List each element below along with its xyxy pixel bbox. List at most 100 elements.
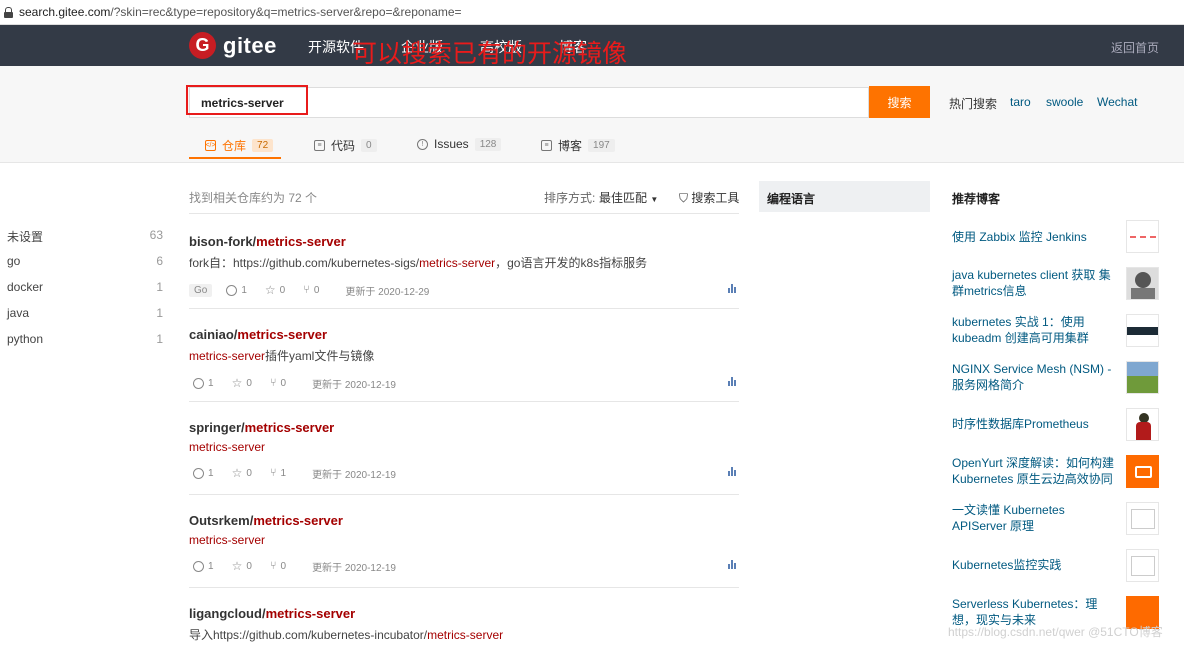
address-bar[interactable]: search.gitee.com/?skin=rec&type=reposito… bbox=[0, 0, 1184, 25]
stats-chart-icon[interactable] bbox=[728, 376, 737, 386]
hot-search-wechat[interactable]: Wechat bbox=[1097, 95, 1137, 109]
star-count: 0 bbox=[246, 377, 252, 389]
code-icon: ≡ bbox=[314, 140, 325, 151]
star-icon: ☆ bbox=[231, 466, 243, 480]
fork-icon: ⑂ bbox=[269, 467, 277, 479]
gitee-logo[interactable]: G gitee bbox=[189, 32, 277, 59]
updated-date: 更新于 2020-12-19 bbox=[312, 562, 396, 574]
blog-thumbnail[interactable] bbox=[1126, 314, 1159, 347]
tab-issues[interactable]: ! Issues 128 bbox=[417, 137, 502, 151]
tab-count: 0 bbox=[361, 139, 377, 152]
blog-link[interactable]: kubernetes 实战 1：使用kubeadm 创建高可用集群 bbox=[952, 314, 1117, 346]
desc-text: 导入https://github.com/kubernetes-incubato… bbox=[189, 628, 428, 642]
star-count: 0 bbox=[246, 560, 252, 572]
blog-thumbnail[interactable] bbox=[1126, 549, 1159, 582]
language-filter-item[interactable]: go 6 bbox=[7, 254, 163, 268]
eye-icon bbox=[193, 560, 204, 572]
result-description: metrics-server bbox=[189, 440, 739, 454]
desc-highlight: metrics-server bbox=[189, 440, 266, 454]
desc-highlight: metrics-server bbox=[189, 533, 266, 547]
result-repo-name: metrics-server bbox=[244, 420, 335, 435]
thumbnail-graphic bbox=[1135, 466, 1152, 478]
blog-thumbnail[interactable] bbox=[1126, 408, 1159, 441]
url-host: search.gitee.com bbox=[19, 5, 111, 19]
blog-link[interactable]: 使用 Zabbix 监控 Jenkins bbox=[952, 229, 1117, 245]
blog-link[interactable]: NGINX Service Mesh (NSM) -服务网格简介 bbox=[952, 361, 1117, 393]
blog-thumbnail[interactable] bbox=[1126, 267, 1159, 300]
blog-link[interactable]: java kubernetes client 获取 集群metrics信息 bbox=[952, 267, 1117, 299]
stats-chart-icon[interactable] bbox=[728, 283, 737, 293]
search-tools-button[interactable]: ⛉ 搜索工具 bbox=[679, 189, 739, 206]
thumbnail-graphic bbox=[1131, 556, 1155, 576]
hot-search-swoole[interactable]: swoole bbox=[1046, 95, 1083, 109]
back-home-link[interactable]: 返回首页 bbox=[1111, 39, 1159, 56]
result-description: fork自：https://github.com/kubernetes-sigs… bbox=[189, 254, 739, 271]
hot-search-taro[interactable]: taro bbox=[1010, 95, 1031, 109]
search-button[interactable]: 搜索 bbox=[869, 86, 930, 118]
sort-dropdown[interactable]: 最佳匹配 ▼ bbox=[599, 189, 658, 206]
result-title-link[interactable]: ligangcloud/metrics-server bbox=[189, 606, 355, 621]
desc-text: 插件yaml文件与镜像 bbox=[265, 349, 375, 363]
divider bbox=[189, 587, 739, 588]
language-name: docker bbox=[7, 280, 44, 294]
blog-thumbnail[interactable] bbox=[1126, 220, 1159, 253]
thumbnail-graphic bbox=[1130, 236, 1156, 238]
result-meta: 1 ☆ 0 ⑂ 0 更新于 2020-12-19 bbox=[189, 376, 739, 391]
language-badge[interactable]: Go bbox=[189, 283, 213, 297]
result-title-link[interactable]: Outsrkem/metrics-server bbox=[189, 513, 343, 528]
star-count: 0 bbox=[279, 284, 286, 296]
recommended-blogs-title: 推荐博客 bbox=[952, 192, 1001, 206]
fork-count: 0 bbox=[280, 560, 287, 572]
result-title-link[interactable]: springer/metrics-server bbox=[189, 420, 334, 435]
search-section: metrics-server 搜索 热门搜索 taro swoole Wecha… bbox=[0, 66, 1184, 163]
result-title-link[interactable]: cainiao/metrics-server bbox=[189, 327, 327, 342]
result-owner: springer/ bbox=[189, 420, 245, 435]
fork-icon: ⑂ bbox=[269, 560, 277, 572]
result-owner: bison-fork/ bbox=[189, 234, 257, 249]
language-filter-item[interactable]: java 1 bbox=[7, 306, 163, 320]
thumbnail-graphic bbox=[1127, 327, 1158, 335]
result-meta: 1 ☆ 0 ⑂ 0 更新于 2020-12-19 bbox=[189, 559, 739, 574]
result-repo-name: metrics-server bbox=[237, 327, 328, 342]
blog-icon: ≡ bbox=[541, 140, 552, 151]
blog-thumbnail[interactable] bbox=[1126, 502, 1159, 535]
result-meta: 1 ☆ 0 ⑂ 1 更新于 2020-12-19 bbox=[189, 466, 739, 481]
result-owner: cainiao/ bbox=[189, 327, 238, 342]
tab-code[interactable]: ≡ 代码 0 bbox=[314, 137, 377, 154]
desc-highlight: metrics-server bbox=[419, 256, 496, 270]
stats-chart-icon[interactable] bbox=[728, 466, 737, 476]
updated-date: 更新于 2020-12-29 bbox=[345, 286, 430, 298]
desc-highlight: metrics-server bbox=[427, 628, 504, 642]
annotation-highlight-box bbox=[186, 85, 308, 115]
tab-repositories[interactable]: </> 仓库 72 bbox=[205, 137, 274, 154]
language-filter-item[interactable]: 未设置 63 bbox=[7, 228, 163, 245]
language-filter-panel: 编程语言 bbox=[759, 181, 930, 212]
results-summary: 找到相关仓库约为 72 个 bbox=[189, 191, 318, 205]
divider bbox=[189, 213, 739, 214]
blog-link[interactable]: Kubernetes监控实践 bbox=[952, 557, 1117, 573]
issue-icon: ! bbox=[417, 138, 428, 150]
tab-label: Issues bbox=[434, 137, 469, 151]
updated-date: 更新于 2020-12-19 bbox=[312, 469, 396, 481]
tab-blogs[interactable]: ≡ 博客 197 bbox=[541, 137, 615, 154]
annotation-text: 可以搜索已有的开源镜像 bbox=[352, 39, 628, 68]
watch-count: 1 bbox=[208, 377, 214, 389]
fork-count: 1 bbox=[280, 467, 287, 479]
stats-chart-icon[interactable] bbox=[728, 559, 737, 569]
lock-icon bbox=[4, 6, 13, 18]
language-filter-item[interactable]: python 1 bbox=[7, 332, 163, 346]
divider bbox=[189, 308, 739, 309]
tab-label: 代码 bbox=[331, 139, 356, 153]
blog-thumbnail[interactable] bbox=[1126, 361, 1159, 394]
star-count: 0 bbox=[246, 467, 252, 479]
blog-link[interactable]: 一文读懂 Kubernetes APIServer 原理 bbox=[952, 502, 1117, 534]
blog-thumbnail[interactable] bbox=[1126, 455, 1159, 488]
language-filter-item[interactable]: docker 1 bbox=[7, 280, 163, 294]
result-title-link[interactable]: bison-fork/metrics-server bbox=[189, 234, 346, 249]
blog-link[interactable]: OpenYurt 深度解读：如何构建 Kubernetes 原生云边高效协同 bbox=[952, 455, 1117, 487]
blog-link[interactable]: 时序性数据库Prometheus bbox=[952, 416, 1117, 432]
result-item: ligangcloud/metrics-server 导入https://git… bbox=[189, 606, 739, 643]
watermark: https://blog.csdn.net/qwer @51CTO博客 bbox=[948, 625, 1163, 639]
active-tab-indicator bbox=[189, 157, 281, 159]
language-name: java bbox=[7, 306, 30, 320]
